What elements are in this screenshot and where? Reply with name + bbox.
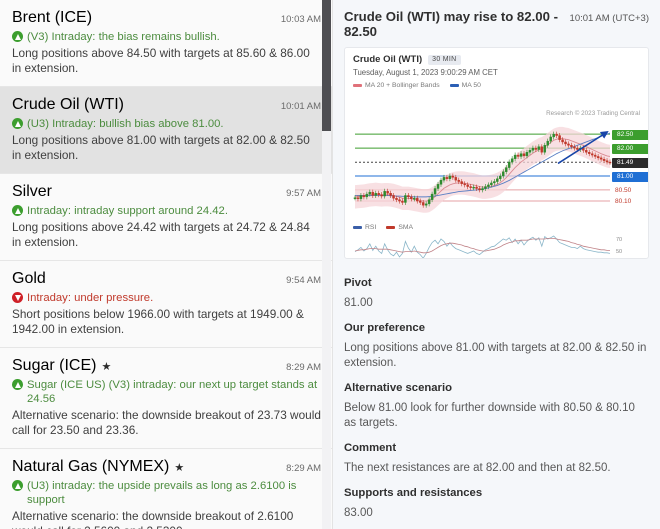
- news-list-panel[interactable]: Brent (ICE) 10:03 AM (V3) Intraday: the bi…: [0, 0, 333, 529]
- detail-title: Crude Oil (WTI) may rise to 82.00 - 82.5…: [344, 9, 558, 39]
- news-item[interactable]: Natural Gas (NYMEX) ★ 8:29 AM (U3) intraday…: [0, 449, 332, 529]
- news-item-header: Gold 9:54 AM: [12, 270, 321, 288]
- detail-sections: Pivot 81.00 Our preference Long positions a…: [344, 259, 649, 529]
- price-chart-svg: [353, 126, 612, 213]
- chart-legend: MA 20 + Bollinger Bands MA 50: [345, 77, 648, 89]
- arrow-up-icon: [12, 31, 23, 42]
- news-item-signal-text: Intraday: under pressure.: [27, 292, 154, 304]
- section-value: 83.00: [344, 507, 373, 519]
- legend-label: MA 20 + Bollinger Bands: [365, 82, 440, 89]
- arrow-up-icon: [12, 480, 23, 491]
- legend-label: MA 50: [461, 82, 481, 89]
- research-credit: Research © 2023 Trading Central: [546, 110, 640, 117]
- news-item-time: 8:29 AM: [286, 362, 321, 373]
- arrow-up-icon: [12, 205, 23, 216]
- news-item-title: Brent (ICE): [12, 9, 93, 26]
- legend-swatch: [353, 84, 362, 87]
- legend-swatch: [449, 84, 459, 87]
- section-label: Comment: [344, 442, 397, 454]
- news-item-body: Short positions below 1966.00 with targe…: [12, 307, 304, 336]
- news-item-signal-text: Intraday: intraday support around 24.42.: [27, 205, 228, 217]
- price-level-resistance: 82.00: [612, 144, 648, 155]
- news-item-time: 10:01 AM: [280, 101, 321, 112]
- news-item-signal-text: Sugar (ICE US) (V3) intraday: our next u…: [27, 379, 318, 405]
- section-value: 81.00: [344, 297, 373, 309]
- chart-symbol: Crude Oil (WTI): [353, 54, 423, 65]
- section-label: Our preference: [344, 322, 425, 334]
- chart-header: Crude Oil (WTI) 30 MIN: [345, 48, 648, 65]
- price-level-support: 80.10: [615, 198, 632, 206]
- price-level-resistance: 82.50: [612, 130, 648, 141]
- arrow-down-icon: [12, 292, 23, 303]
- news-list: Brent (ICE) 10:03 AM (V3) Intraday: the bi…: [0, 0, 332, 529]
- chart-datestamp: Tuesday, August 1, 2023 9:00:29 AM CET: [353, 68, 498, 77]
- news-item-header: Brent (ICE) 10:03 AM: [12, 9, 321, 27]
- news-item-signal: (U3) intraday: the upside prevails as lo…: [12, 479, 321, 507]
- chart-legend-entry: MA 20 + Bollinger Bands: [353, 82, 440, 89]
- section-label: Supports and resistances: [344, 487, 483, 499]
- news-item-signal-text: (U3) intraday: the upside prevails as lo…: [27, 480, 297, 506]
- news-item-body: Long positions above 81.00 with targets …: [12, 133, 310, 162]
- news-item-title: Natural Gas (NYMEX) ★: [12, 458, 185, 475]
- news-item[interactable]: Crude Oil (WTI) 10:01 AM (U3) Intraday: bu…: [0, 87, 332, 174]
- detail-timestamp: 10:01 AM (UTC+3): [569, 13, 649, 24]
- arrow-up-icon: [12, 118, 23, 129]
- news-item[interactable]: Sugar (ICE) ★ 8:29 AM Sugar (ICE US) (V3) i…: [0, 348, 332, 449]
- favorite-star-icon[interactable]: ★: [174, 462, 184, 474]
- news-item-title: Silver: [12, 183, 53, 200]
- news-item-body: Long positions above 84.50 with targets …: [12, 46, 310, 75]
- legend-swatch: [386, 226, 396, 229]
- news-item[interactable]: Brent (ICE) 10:03 AM (V3) Intraday: the bi…: [0, 0, 332, 87]
- news-item-signal: Intraday: under pressure.: [12, 291, 321, 305]
- section-value: The next resistances are at 82.00 and th…: [344, 462, 611, 474]
- news-item-header: Crude Oil (WTI) 10:01 AM: [12, 96, 321, 114]
- news-item-body: Alternative scenario: the downside break…: [12, 408, 321, 437]
- rsi-chart-svg: 705030Jul 31Aug 1Aug 2: [354, 235, 622, 258]
- news-item-body: Long positions above 24.42 with targets …: [12, 220, 310, 249]
- news-item-signal-text: (V3) Intraday: the bias remains bullish.: [27, 31, 220, 43]
- news-item-time: 9:54 AM: [286, 275, 321, 286]
- chart-timeframe-badge[interactable]: 30 MIN: [428, 54, 461, 65]
- news-item-time: 8:29 AM: [286, 463, 321, 474]
- news-item-signal-text: (U3) Intraday: bullish bias above 81.00.: [27, 118, 224, 130]
- chart-card[interactable]: Crude Oil (WTI) 30 MIN Tuesday, August 1…: [344, 47, 649, 259]
- news-item-title: Crude Oil (WTI): [12, 96, 124, 113]
- news-item-body: Alternative scenario: the downside break…: [12, 509, 294, 529]
- detail-panel: Crude Oil (WTI) may rise to 82.00 - 82.5…: [333, 0, 660, 529]
- news-item-header: Silver 9:57 AM: [12, 183, 321, 201]
- legend-swatch: [353, 226, 362, 229]
- app-root: Brent (ICE) 10:03 AM (V3) Intraday: the bi…: [0, 0, 660, 529]
- news-item-signal: Sugar (ICE US) (V3) intraday: our next u…: [12, 378, 321, 406]
- arrow-up-icon: [12, 379, 23, 390]
- section-value: Long positions above 81.00 with targets …: [344, 342, 647, 369]
- news-item-signal: (U3) Intraday: bullish bias above 81.00.: [12, 117, 321, 131]
- price-plot: [345, 120, 648, 220]
- news-item-header: Natural Gas (NYMEX) ★ 8:29 AM: [12, 458, 321, 476]
- chart-legend-entry: MA 50: [449, 82, 481, 89]
- news-item-time: 10:03 AM: [280, 14, 321, 25]
- svg-text:50: 50: [616, 249, 622, 255]
- section-value: Below 81.00 look for further downside wi…: [344, 402, 635, 429]
- section-label: Pivot: [344, 277, 372, 289]
- news-item-title: Sugar (ICE) ★: [12, 357, 112, 374]
- news-item-header: Sugar (ICE) ★ 8:29 AM: [12, 357, 321, 375]
- svg-text:70: 70: [616, 237, 622, 243]
- section-label: Alternative scenario: [344, 382, 452, 394]
- price-level-support: 80.50: [615, 186, 632, 194]
- price-level-pivot: 81.00: [612, 171, 648, 182]
- detail-header: Crude Oil (WTI) may rise to 82.00 - 82.5…: [344, 0, 649, 47]
- news-item-signal: (V3) Intraday: the bias remains bullish.: [12, 30, 321, 44]
- rsi-plot: 705030Jul 31Aug 1Aug 2: [345, 230, 648, 258]
- news-item[interactable]: Silver 9:57 AM Intraday: intraday support …: [0, 174, 332, 261]
- news-item-signal: Intraday: intraday support around 24.42.: [12, 204, 321, 218]
- news-list-scrollbar-thumb[interactable]: [322, 0, 331, 131]
- news-list-scrollbar-track[interactable]: [322, 0, 331, 529]
- news-item-title: Gold: [12, 270, 46, 287]
- news-item-time: 9:57 AM: [286, 188, 321, 199]
- favorite-star-icon[interactable]: ★: [101, 361, 111, 373]
- price-level-last: 81.49: [612, 158, 648, 169]
- news-item[interactable]: Gold 9:54 AM Intraday: under pressure. Shor…: [0, 261, 332, 348]
